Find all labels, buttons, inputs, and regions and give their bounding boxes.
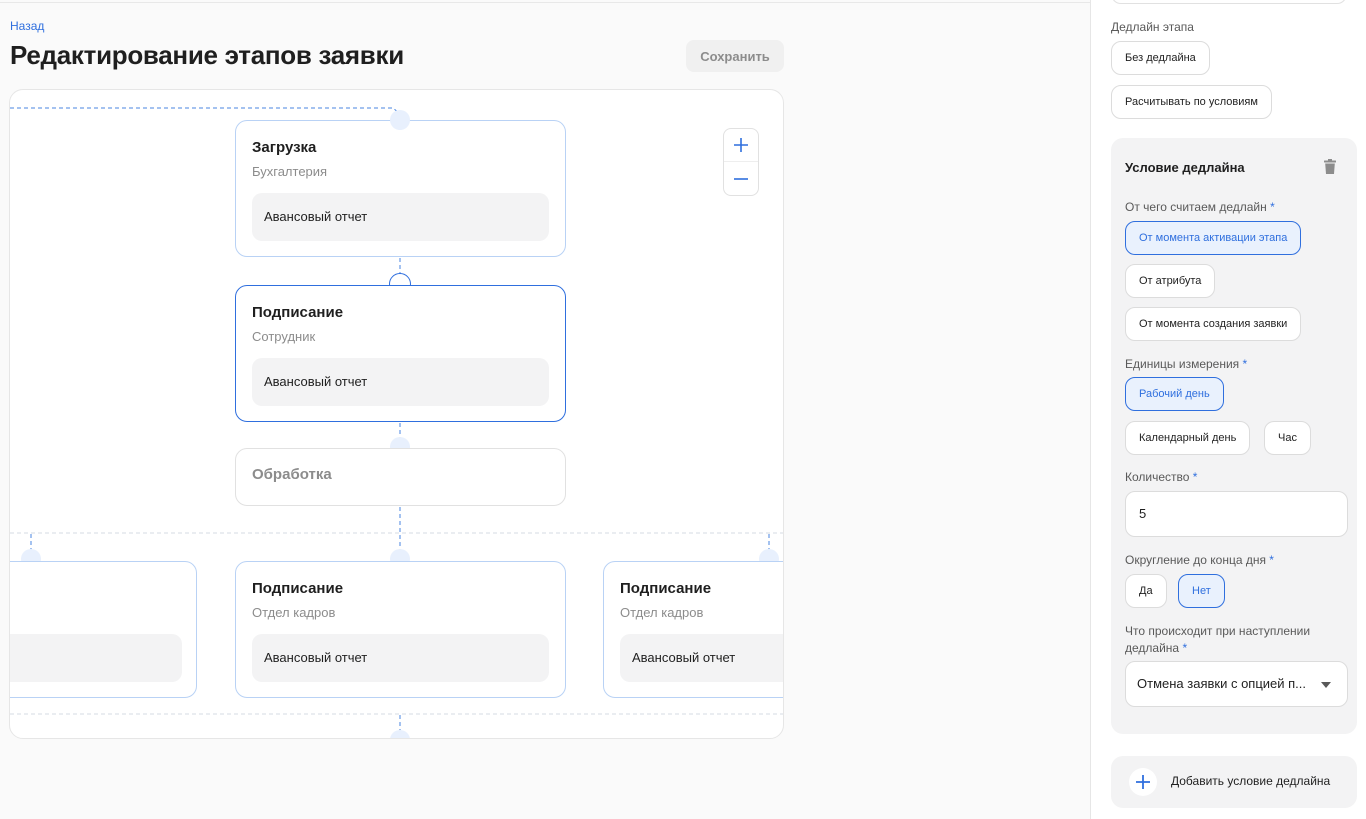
plus-icon	[734, 138, 748, 152]
stage-responsible: Отдел кадров	[252, 605, 336, 620]
units-option-calendar-day[interactable]: Календарный день	[1125, 421, 1251, 455]
on-deadline-label: Что происходит при наступлении дедлайна …	[1125, 624, 1311, 655]
option-no-deadline[interactable]: Без дедлайна	[1111, 41, 1210, 75]
from-option-activation[interactable]: От момента активации этапа	[1125, 221, 1302, 255]
connector-top-left	[10, 107, 401, 115]
stage-card-processing[interactable]: Обработка	[235, 448, 566, 506]
stage-card-upload[interactable]: Загрузка Бухгалтерия Авансовый отчет	[235, 120, 566, 257]
rounding-label: Округление до конца дня *	[1125, 553, 1274, 567]
stage-card-signing-employee[interactable]: Подписание Сотрудник Авансовый отчет	[235, 285, 566, 422]
option-by-conditions[interactable]: Расчитывать по условиям	[1111, 85, 1272, 119]
stage-responsible: Сотрудник	[252, 329, 316, 344]
stage-document-chip[interactable]: Авансовый отчет	[620, 634, 783, 682]
plus-icon	[1129, 768, 1157, 796]
stage-title: Подписание	[252, 304, 344, 321]
stage-title: Подписание	[620, 580, 712, 597]
zoom-controls	[723, 128, 759, 196]
stage-document-chip[interactable]	[10, 634, 182, 682]
condition-title: Условие дедлайна	[1125, 160, 1245, 175]
trash-icon[interactable]	[1321, 158, 1339, 176]
stage-responsible: Отдел кадров	[620, 605, 704, 620]
save-button[interactable]: Сохранить	[686, 40, 784, 72]
stage-title: Подписание	[252, 580, 344, 597]
minus-icon	[734, 177, 748, 180]
from-option-creation[interactable]: От момента создания заявки	[1125, 307, 1302, 341]
top-field[interactable]	[1111, 0, 1347, 4]
stage-card-signing-hr[interactable]: Подписание Отдел кадров Авансовый отчет	[235, 561, 566, 698]
deadline-settings-panel: Дедлайн этапа Без дедлайна Расчитывать п…	[1090, 0, 1366, 819]
rounding-option-no[interactable]: Нет	[1178, 574, 1225, 608]
add-condition-label: Добавить условие дедлайна	[1171, 774, 1331, 788]
on-deadline-value: Отмена заявки с опцией п...	[1137, 676, 1307, 691]
back-link[interactable]: Назад	[10, 19, 44, 33]
from-option-attribute[interactable]: От атрибута	[1125, 264, 1216, 298]
units-label: Единицы измерения *	[1125, 357, 1248, 371]
quantity-input[interactable]: 5	[1125, 491, 1348, 537]
page-title: Редактирование этапов заявки	[10, 40, 404, 70]
units-option-hour[interactable]: Час	[1264, 421, 1311, 455]
stage-title: Обработка	[252, 466, 332, 483]
chevron-down-icon	[1321, 682, 1331, 688]
deadline-condition-card: Условие дедлайна От чего считаем дедлайн…	[1111, 138, 1357, 734]
stage-deadline-label: Дедлайн этапа	[1111, 20, 1194, 34]
units-option-work-day[interactable]: Рабочий день	[1125, 377, 1224, 411]
stage-document-chip[interactable]: Авансовый отчет	[252, 193, 549, 241]
stage-card-branch-left[interactable]	[10, 561, 197, 698]
from-label: От чего считаем дедлайн *	[1125, 200, 1275, 214]
on-deadline-select[interactable]: Отмена заявки с опцией п...	[1125, 661, 1348, 707]
stage-port-top[interactable]	[390, 110, 410, 130]
stage-document-chip[interactable]: Авансовый отчет	[252, 634, 549, 682]
stage-card-signing-hr-right[interactable]: Подписание Отдел кадров Авансовый отчет	[603, 561, 783, 698]
rounding-option-yes[interactable]: Да	[1125, 574, 1167, 608]
flow-canvas[interactable]: Загрузка Бухгалтерия Авансовый отчет Под…	[9, 89, 784, 739]
zoom-in-button[interactable]	[724, 129, 758, 162]
quantity-label: Количество *	[1125, 470, 1198, 484]
stage-title: Загрузка	[252, 139, 317, 156]
add-condition-button[interactable]: Добавить условие дедлайна	[1111, 756, 1357, 808]
stage-document-chip[interactable]: Авансовый отчет	[252, 358, 549, 406]
zoom-out-button[interactable]	[724, 162, 758, 195]
stage-responsible: Бухгалтерия	[252, 164, 328, 179]
editor-pane: Назад Редактирование этапов заявки Сохра…	[0, 0, 1090, 819]
top-divider	[0, 0, 1090, 3]
